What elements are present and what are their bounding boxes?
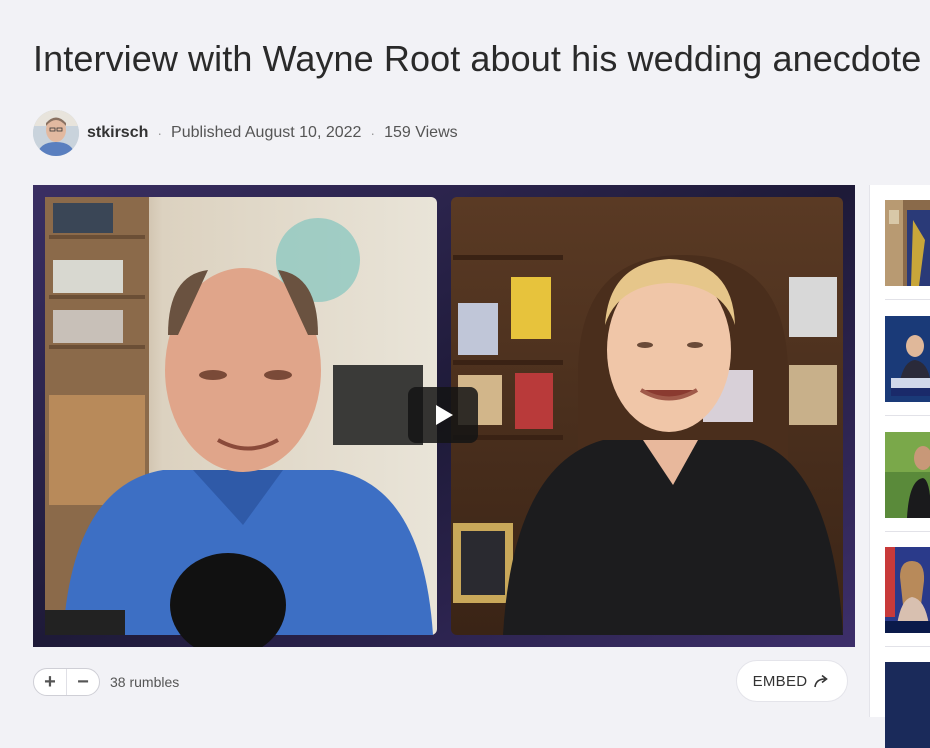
- downvote-button[interactable]: −: [66, 669, 99, 695]
- related-video-thumbnail[interactable]: [885, 662, 930, 748]
- embed-label: EMBED: [752, 672, 808, 690]
- video-meta: stkirsch · Published August 10, 2022 · 1…: [33, 110, 458, 156]
- channel-name[interactable]: stkirsch: [87, 124, 148, 142]
- play-icon: [436, 405, 453, 425]
- embed-button[interactable]: EMBED: [736, 660, 848, 702]
- related-video-thumbnail[interactable]: [885, 432, 930, 518]
- minus-icon: −: [77, 670, 89, 693]
- related-video-thumbnail[interactable]: [885, 547, 930, 633]
- channel-avatar[interactable]: [33, 110, 79, 156]
- related-videos-sidebar: [869, 185, 930, 748]
- thumbnail-divider: [885, 646, 930, 647]
- related-video-thumbnail[interactable]: [885, 200, 930, 286]
- view-count: 159 Views: [384, 124, 458, 141]
- thumbnail-divider: [885, 531, 930, 532]
- play-button[interactable]: [408, 387, 478, 443]
- vote-group: + −: [33, 668, 100, 696]
- rating-controls: + − 38 rumbles: [33, 668, 179, 696]
- plus-icon: +: [44, 670, 56, 693]
- meta-separator: ·: [370, 125, 376, 141]
- thumbnail-divider: [885, 415, 930, 416]
- upvote-button[interactable]: +: [34, 669, 66, 695]
- related-video-thumbnail[interactable]: [885, 316, 930, 402]
- rumbles-count: 38 rumbles: [110, 674, 180, 690]
- publish-date: Published August 10, 2022: [171, 124, 362, 141]
- thumbnail-divider: [885, 299, 930, 300]
- video-title: Interview with Wayne Root about his wedd…: [33, 38, 922, 79]
- meta-separator: ·: [157, 125, 163, 141]
- video-player[interactable]: [33, 185, 855, 647]
- share-arrow-icon: [814, 674, 829, 688]
